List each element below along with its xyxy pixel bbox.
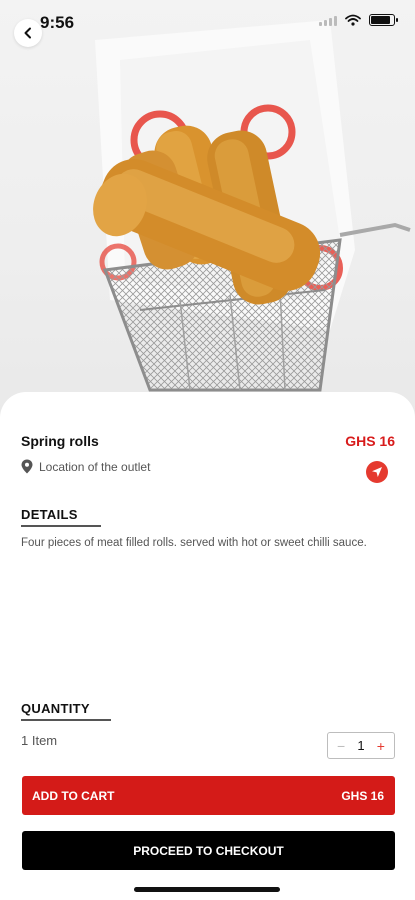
spring-rolls-photo (93, 20, 411, 392)
quantity-value: 1 (357, 738, 365, 753)
quantity-heading: QUANTITY (21, 701, 90, 716)
proceed-to-checkout-button[interactable]: PROCEED TO CHECKOUT (22, 831, 395, 870)
status-time: 9:56 (40, 13, 75, 32)
quantity-underline (21, 719, 111, 721)
product-price: GHS 16 (345, 433, 395, 449)
details-heading: DETAILS (21, 507, 78, 522)
status-bar: 9:56 (0, 0, 415, 44)
battery-icon (369, 14, 398, 26)
location-pin-icon (21, 459, 33, 474)
add-to-cart-label: ADD TO CART (32, 788, 115, 803)
wifi-icon (345, 14, 361, 26)
details-underline (21, 525, 101, 527)
location-row: Location of the outlet (21, 459, 150, 474)
navigation-arrow-icon (372, 467, 382, 477)
quantity-stepper[interactable]: − 1 + (327, 732, 395, 759)
product-name: Spring rolls (21, 433, 99, 449)
status-icons (319, 14, 398, 26)
add-to-cart-price: GHS 16 (341, 788, 384, 803)
signal-icon (319, 14, 337, 26)
location-text: Location of the outlet (39, 459, 151, 474)
increment-button[interactable]: + (377, 739, 385, 753)
home-indicator (134, 887, 280, 892)
back-button[interactable] (14, 19, 42, 47)
quantity-summary: 1 Item (21, 733, 58, 748)
product-details-sheet: Spring rolls GHS 16 Location of the outl… (0, 392, 415, 900)
add-to-cart-button[interactable]: ADD TO CART GHS 16 (22, 776, 395, 815)
product-image (0, 0, 415, 420)
decrement-button[interactable]: − (337, 739, 345, 753)
chevron-left-icon (24, 27, 31, 39)
checkout-label: PROCEED TO CHECKOUT (133, 843, 284, 858)
navigate-button[interactable] (366, 461, 388, 483)
product-description: Four pieces of meat filled rolls. served… (21, 537, 367, 549)
